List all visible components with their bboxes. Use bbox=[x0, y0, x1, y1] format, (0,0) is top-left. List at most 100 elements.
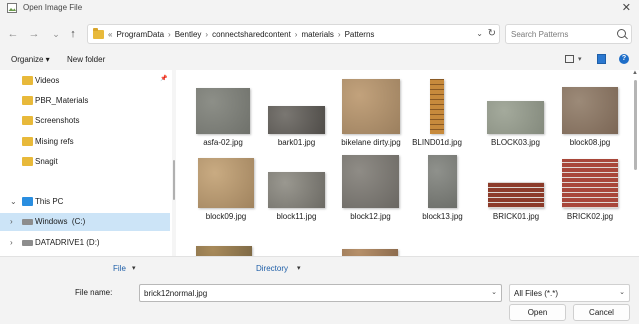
search-placeholder: Search Patterns bbox=[511, 30, 569, 39]
breadcrumb-item[interactable]: materials bbox=[301, 30, 333, 39]
file-name-label: block13.jpg bbox=[422, 212, 463, 221]
image-thumbnail[interactable] bbox=[488, 182, 544, 208]
file-list-scrollbar[interactable]: ▲ bbox=[632, 70, 639, 256]
image-thumbnail[interactable] bbox=[342, 249, 398, 256]
search-box[interactable]: Search Patterns bbox=[505, 24, 632, 44]
directory-column-header[interactable]: Directory bbox=[256, 264, 288, 273]
pin-icon: 📌 bbox=[160, 76, 168, 82]
sidebar-item-screenshots[interactable]: Screenshots bbox=[0, 112, 170, 130]
filename-label: File name: bbox=[75, 288, 113, 297]
image-thumbnail[interactable] bbox=[487, 101, 544, 134]
pc-icon bbox=[22, 197, 33, 206]
search-icon bbox=[617, 29, 626, 38]
file-name-label: BRICK02.jpg bbox=[566, 212, 614, 221]
file-name-label: BRICK01.jpg bbox=[492, 212, 540, 221]
breadcrumb-overflow-icon[interactable]: « bbox=[108, 30, 112, 39]
sidebar-item-label: Mising refs bbox=[35, 137, 74, 146]
filename-value[interactable]: brick12normal.jpg bbox=[144, 289, 207, 298]
breadcrumb-separator-icon[interactable]: › bbox=[338, 30, 341, 39]
open-button[interactable]: Open bbox=[509, 304, 566, 321]
image-thumbnail[interactable] bbox=[342, 155, 399, 208]
file-name-label: block11.jpg bbox=[276, 212, 317, 221]
sidebar-item-pbr-materials[interactable]: PBR_Materials bbox=[0, 92, 170, 110]
sidebar-item-label: Videos bbox=[35, 76, 60, 85]
image-thumbnail[interactable] bbox=[342, 79, 400, 134]
sidebar-item-videos[interactable]: Videos 📌 bbox=[0, 72, 170, 90]
scrollbar-thumb[interactable] bbox=[173, 160, 175, 200]
refresh-icon[interactable]: ↻ bbox=[488, 28, 496, 39]
view-options-icon[interactable] bbox=[565, 55, 574, 63]
file-name-label: bikelane dirty.jpg bbox=[341, 138, 401, 147]
back-arrow-icon[interactable]: ← bbox=[6, 27, 20, 41]
scroll-up-icon[interactable]: ▲ bbox=[632, 70, 638, 76]
cancel-button[interactable]: Cancel bbox=[573, 304, 630, 321]
folder-icon bbox=[22, 116, 33, 125]
image-thumbnail[interactable] bbox=[198, 158, 254, 208]
sidebar-item-this-pc[interactable]: ⌄ This PC bbox=[0, 193, 170, 211]
sidebar-item-label: This PC bbox=[35, 197, 64, 206]
file-name-label: block12.jpg bbox=[350, 212, 391, 221]
image-thumbnail[interactable] bbox=[268, 172, 325, 208]
recent-locations-chevron-icon[interactable]: ⌄ bbox=[49, 27, 63, 41]
up-arrow-icon[interactable]: ↑ bbox=[66, 27, 80, 41]
drive-icon bbox=[22, 219, 33, 225]
image-thumbnail[interactable] bbox=[430, 79, 444, 134]
chevron-down-icon[interactable]: ⌄ bbox=[491, 288, 497, 296]
address-dropdown-icon[interactable]: ⌄ bbox=[476, 29, 483, 38]
sidebar-item-mising-refs[interactable]: Mising refs bbox=[0, 133, 170, 151]
file-type-value[interactable]: All Files (*.*) bbox=[514, 289, 558, 298]
folder-icon bbox=[22, 96, 33, 105]
chevron-right-icon[interactable]: › bbox=[10, 217, 13, 226]
image-thumbnail[interactable] bbox=[562, 87, 618, 134]
breadcrumb-separator-icon[interactable]: › bbox=[205, 30, 208, 39]
new-folder-button[interactable]: New folder bbox=[67, 55, 105, 64]
folder-icon bbox=[22, 137, 33, 146]
folder-icon bbox=[22, 76, 33, 85]
file-type-select[interactable]: All Files (*.*) ⌄ bbox=[509, 284, 630, 302]
file-name-label: block08.jpg bbox=[569, 138, 611, 147]
address-bar[interactable]: « ProgramData › Bentley › connectsharedc… bbox=[87, 24, 500, 44]
sidebar-item-label: DATADRIVE1 (D:) bbox=[35, 238, 100, 247]
breadcrumb-separator-icon[interactable]: › bbox=[295, 30, 298, 39]
sidebar-item-label: Windows (C:) bbox=[35, 217, 86, 226]
help-icon[interactable]: ? bbox=[619, 54, 629, 64]
close-icon[interactable]: ✕ bbox=[622, 1, 631, 14]
image-file-icon bbox=[7, 3, 17, 13]
file-name-label: BLIND01d.jpg bbox=[412, 138, 462, 147]
sidebar-item-windows-c[interactable]: › Windows (C:) bbox=[0, 213, 170, 231]
file-name-label: asfa-02.jpg bbox=[203, 138, 243, 147]
file-name-label: block09.jpg bbox=[205, 212, 247, 221]
breadcrumb-item[interactable]: Patterns bbox=[345, 30, 375, 39]
file-name-label: bark01.jpg bbox=[277, 138, 316, 147]
sidebar-item-datadrive1-d[interactable]: › DATADRIVE1 (D:) bbox=[0, 234, 170, 252]
image-thumbnail[interactable] bbox=[268, 106, 325, 134]
chevron-down-icon[interactable]: ⌄ bbox=[10, 197, 17, 206]
preview-pane-icon[interactable] bbox=[597, 54, 606, 64]
breadcrumb-item[interactable]: ProgramData bbox=[116, 30, 164, 39]
breadcrumb-separator-icon[interactable]: › bbox=[168, 30, 171, 39]
file-column-dropdown-icon[interactable]: ▾ bbox=[132, 264, 136, 272]
image-thumbnail[interactable] bbox=[196, 88, 250, 134]
breadcrumb-item[interactable]: Bentley bbox=[175, 30, 202, 39]
chevron-right-icon[interactable]: › bbox=[10, 238, 13, 247]
view-dropdown-icon[interactable]: ▾ bbox=[578, 55, 582, 63]
scrollbar-thumb[interactable] bbox=[634, 80, 637, 170]
image-thumbnail[interactable] bbox=[196, 246, 252, 256]
sidebar-item-label: PBR_Materials bbox=[35, 96, 89, 105]
forward-arrow-icon[interactable]: → bbox=[27, 27, 41, 41]
file-name-label: BLOCK03.jpg bbox=[491, 138, 540, 147]
navigation-bar: ← → ⌄ ↑ « ProgramData › Bentley › connec… bbox=[0, 19, 639, 49]
image-thumbnail[interactable] bbox=[428, 155, 457, 208]
dialog-footer: File ▾ Directory ▾ File name: brick12nor… bbox=[0, 256, 639, 324]
organize-button[interactable]: Organize ▾ bbox=[11, 55, 50, 64]
breadcrumb: « ProgramData › Bentley › connectsharedc… bbox=[108, 30, 374, 39]
chevron-down-icon[interactable]: ⌄ bbox=[619, 288, 625, 296]
sidebar-item-label: Screenshots bbox=[35, 116, 80, 125]
file-column-header[interactable]: File bbox=[113, 264, 126, 273]
filename-input[interactable]: brick12normal.jpg ⌄ bbox=[139, 284, 502, 302]
directory-column-dropdown-icon[interactable]: ▾ bbox=[297, 264, 301, 272]
breadcrumb-item[interactable]: connectsharedcontent bbox=[212, 30, 291, 39]
sidebar-item-snagit[interactable]: Snagit bbox=[0, 153, 170, 171]
command-bar: Organize ▾ New folder ▾ ? bbox=[0, 51, 639, 69]
image-thumbnail[interactable] bbox=[562, 159, 618, 208]
